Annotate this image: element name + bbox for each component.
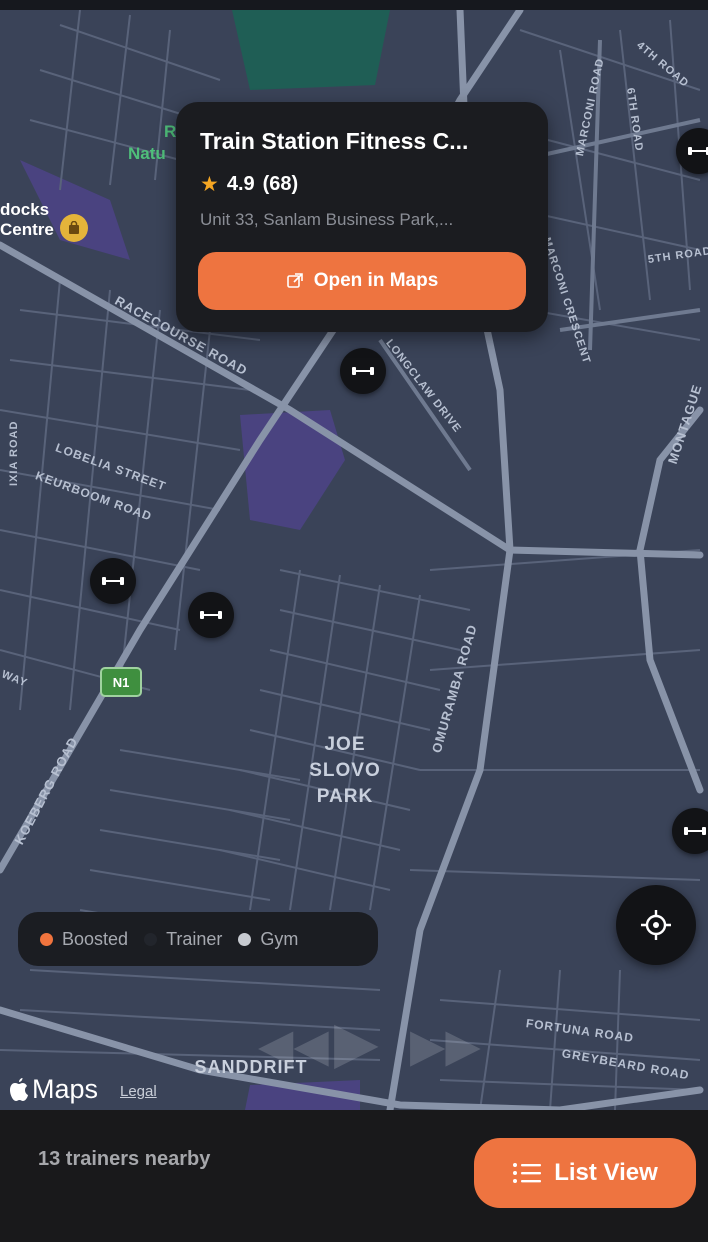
- rewind-icon: ◀◀: [258, 1019, 329, 1071]
- trainers-nearby-count: 13 trainers nearby: [38, 1148, 211, 1170]
- apple-logo-icon: [10, 1077, 28, 1101]
- mall-label: docks Centre: [0, 200, 54, 239]
- location-callout[interactable]: Train Station Fitness C... ★ 4.9 (68) Un…: [176, 102, 548, 332]
- map-view[interactable]: RACECOURSE ROAD LOBELIA STREET KEURBOOM …: [0, 10, 708, 1110]
- gym-pin[interactable]: [340, 348, 386, 394]
- nature-reserve-initial: R: [164, 122, 177, 141]
- legend-item-boosted: Boosted: [40, 929, 128, 950]
- locate-me-button[interactable]: [616, 885, 696, 965]
- shopping-bag-icon[interactable]: [60, 214, 88, 242]
- nature-reserve-label: Natu: [128, 144, 166, 163]
- play-icon: ▶: [334, 1010, 379, 1075]
- external-link-icon: [286, 273, 303, 288]
- dumbbell-icon: [688, 147, 708, 155]
- route-shield-n1: N1: [100, 667, 142, 697]
- gym-pin[interactable]: [90, 558, 136, 604]
- maps-label: Maps: [32, 1074, 99, 1104]
- legend-dot-trainer: [144, 932, 158, 946]
- callout-rating: ★ 4.9 (68): [200, 172, 298, 197]
- callout-title: Train Station Fitness C...: [200, 128, 469, 154]
- street-label-ixia: IXIA ROAD: [8, 420, 20, 486]
- list-view-label: List View: [554, 1159, 658, 1186]
- dumbbell-icon: [352, 367, 374, 375]
- legend-dot-boosted: [40, 932, 53, 946]
- list-view-button[interactable]: List View: [474, 1138, 696, 1208]
- legend-label: Gym: [260, 928, 299, 949]
- legend-label: Boosted: [62, 928, 129, 949]
- dumbbell-icon: [102, 577, 124, 585]
- legend-label: Trainer: [166, 928, 223, 949]
- review-count: (68): [262, 173, 299, 195]
- star-icon: ★: [200, 173, 219, 196]
- rating-value: 4.9: [226, 173, 255, 195]
- dumbbell-icon: [200, 611, 222, 619]
- open-in-maps-label: Open in Maps: [313, 270, 439, 291]
- open-in-maps-button[interactable]: Open in Maps: [198, 252, 526, 310]
- park-label: JOE SLOVO PARK: [309, 734, 381, 807]
- legend-dot-gym: [238, 932, 252, 946]
- bottom-bar: 13 trainers nearby List View: [0, 1110, 708, 1242]
- legend-item-trainer: Trainer: [144, 929, 222, 950]
- crosshair-icon: [641, 910, 671, 940]
- maps-logo: Maps: [8, 1074, 98, 1105]
- list-icon: [513, 1163, 542, 1183]
- gym-pin[interactable]: [188, 592, 234, 638]
- legend-item-gym: Gym: [238, 929, 298, 950]
- forward-icon: ▶▶: [410, 1019, 481, 1071]
- callout-address: Unit 33, Sanlam Business Park,...: [200, 210, 454, 229]
- dumbbell-icon: [684, 827, 706, 835]
- status-bar-strip: [0, 0, 708, 10]
- legal-link[interactable]: Legal: [120, 1083, 157, 1100]
- map-legend: Boosted Trainer Gym: [18, 912, 378, 966]
